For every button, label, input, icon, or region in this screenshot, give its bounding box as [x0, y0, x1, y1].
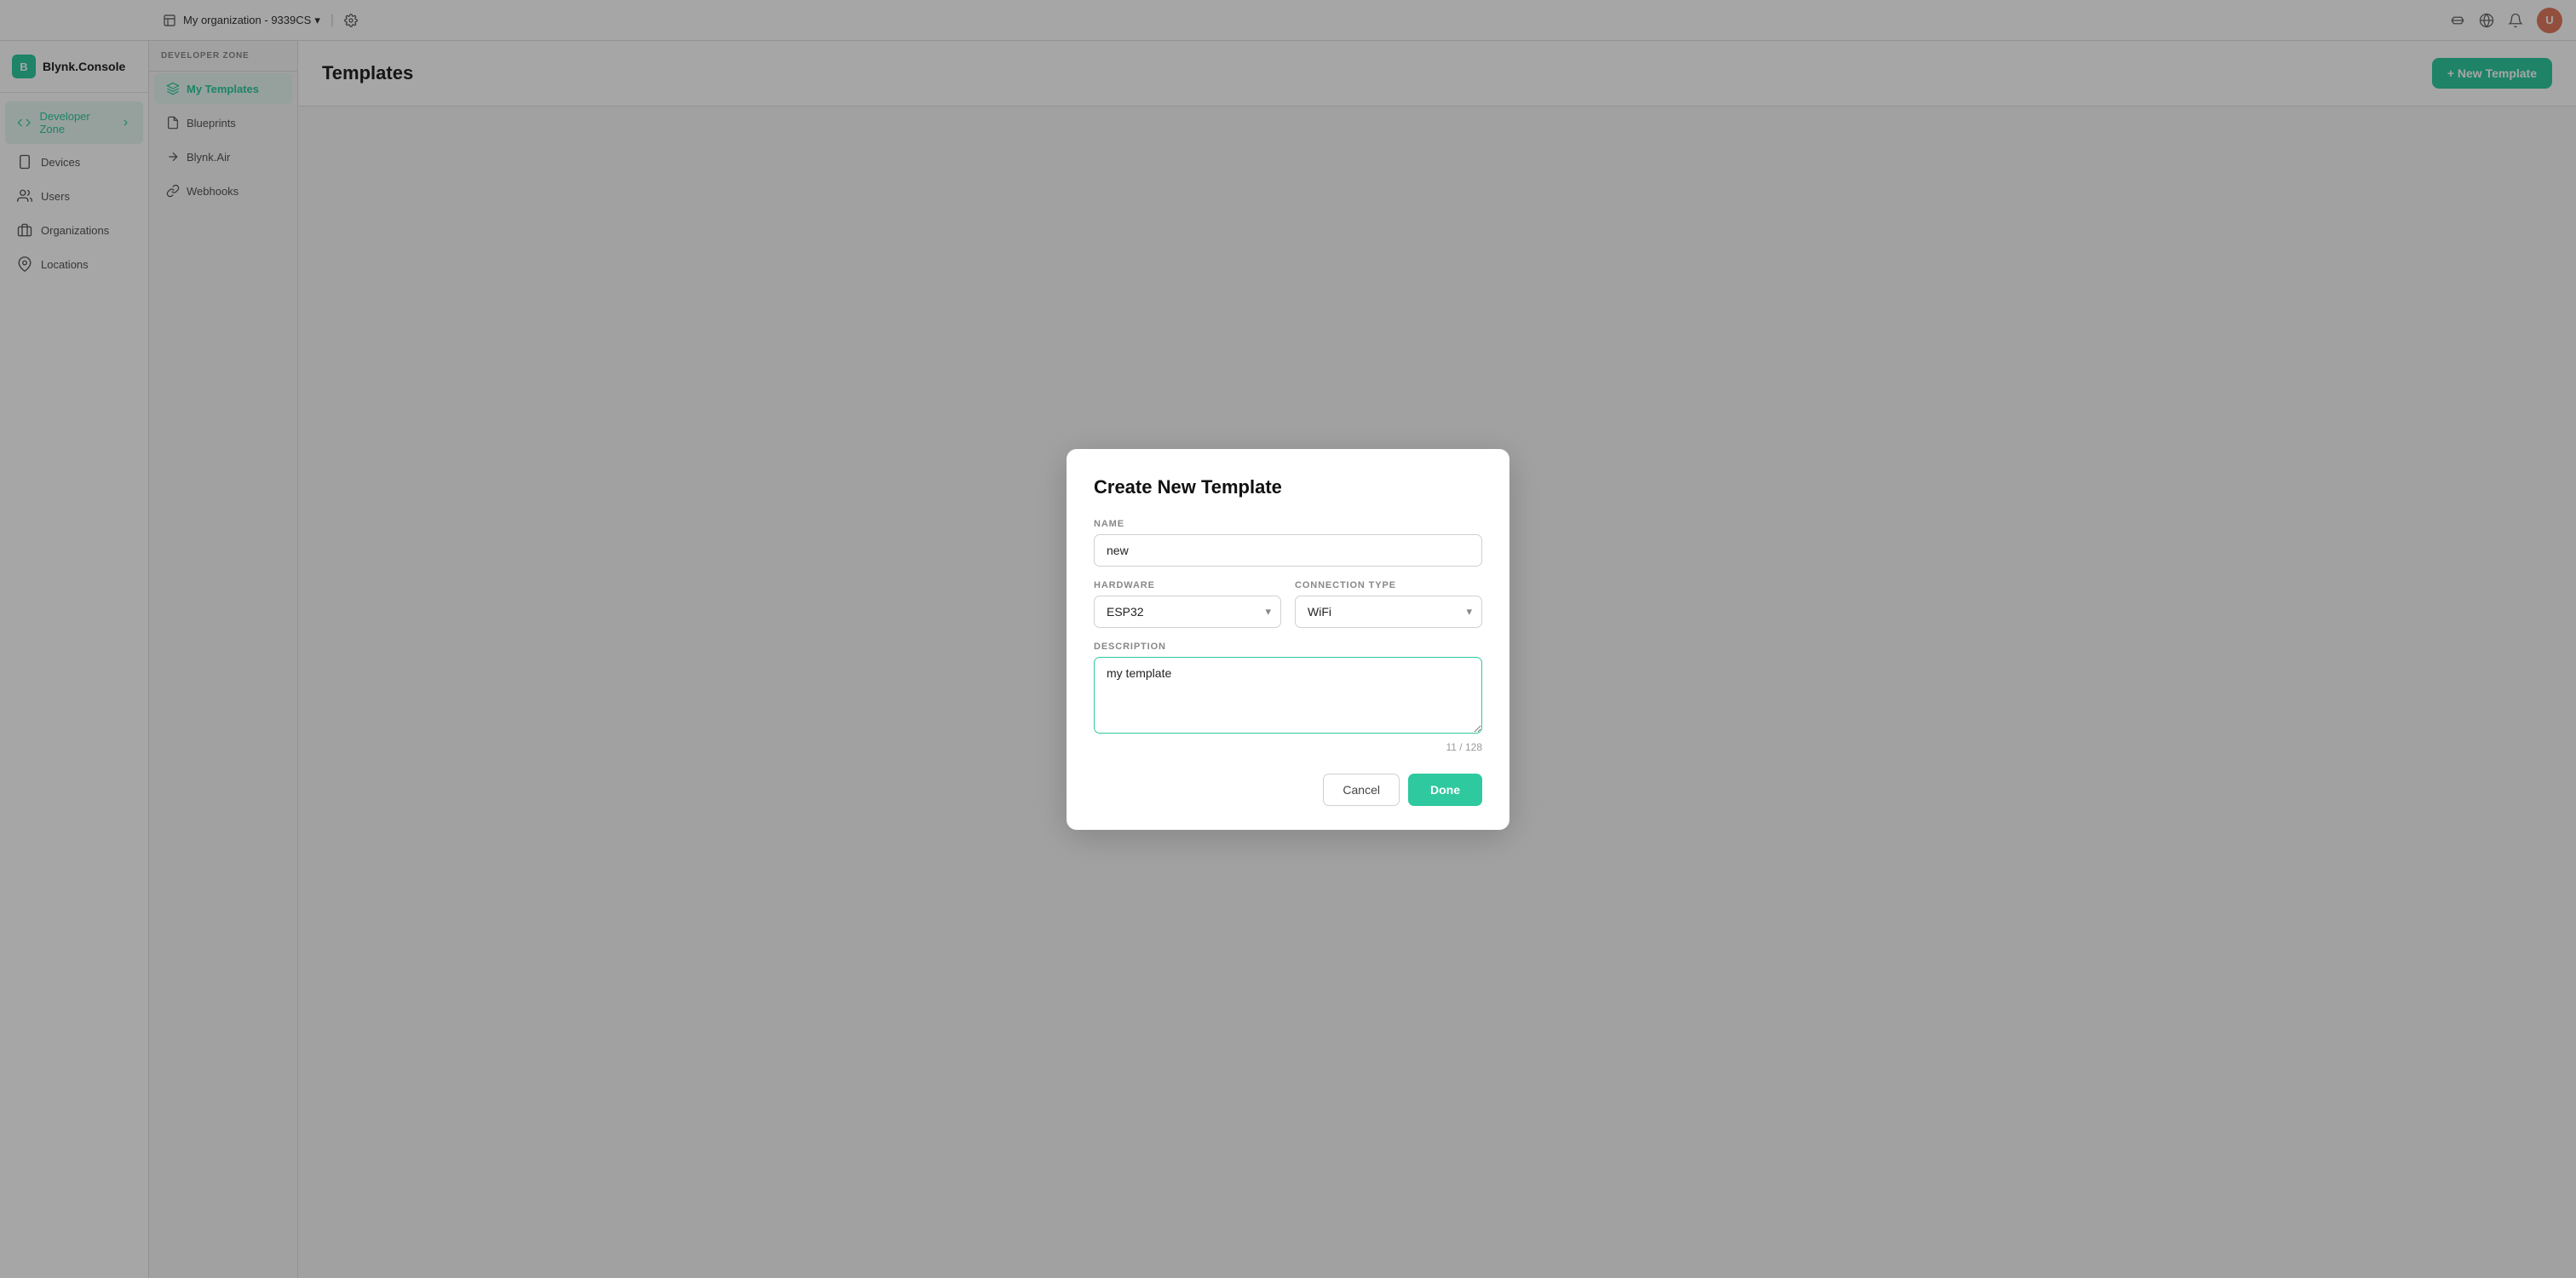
name-field-group: NAME: [1094, 519, 1482, 567]
hardware-field-group: HARDWARE ESP32 ESP8266 Raspberry Pi Ardu…: [1094, 580, 1281, 628]
create-template-modal: Create New Template NAME HARDWARE ESP32 …: [1067, 449, 1509, 830]
connection-field-group: CONNECTION TYPE WiFi Ethernet Cellular B…: [1295, 580, 1482, 628]
connection-select[interactable]: WiFi Ethernet Cellular Bluetooth: [1295, 596, 1482, 628]
connection-select-wrapper: WiFi Ethernet Cellular Bluetooth: [1295, 596, 1482, 628]
cancel-label: Cancel: [1343, 783, 1380, 797]
description-textarea[interactable]: [1094, 657, 1482, 734]
hardware-label: HARDWARE: [1094, 580, 1281, 590]
hardware-connection-row: HARDWARE ESP32 ESP8266 Raspberry Pi Ardu…: [1094, 580, 1482, 628]
connection-label: CONNECTION TYPE: [1295, 580, 1482, 590]
name-label: NAME: [1094, 519, 1482, 529]
description-label: DESCRIPTION: [1094, 642, 1482, 652]
done-button[interactable]: Done: [1408, 774, 1482, 806]
name-input[interactable]: [1094, 534, 1482, 567]
modal-backdrop: Create New Template NAME HARDWARE ESP32 …: [0, 0, 2576, 1278]
done-label: Done: [1430, 783, 1460, 797]
modal-title: Create New Template: [1094, 476, 1482, 498]
char-count: 11 / 128: [1094, 741, 1482, 753]
hardware-select[interactable]: ESP32 ESP8266 Raspberry Pi Arduino Other: [1094, 596, 1281, 628]
description-field-group: DESCRIPTION 11 / 128: [1094, 642, 1482, 753]
cancel-button[interactable]: Cancel: [1323, 774, 1400, 806]
hardware-select-wrapper: ESP32 ESP8266 Raspberry Pi Arduino Other: [1094, 596, 1281, 628]
modal-footer: Cancel Done: [1094, 774, 1482, 806]
